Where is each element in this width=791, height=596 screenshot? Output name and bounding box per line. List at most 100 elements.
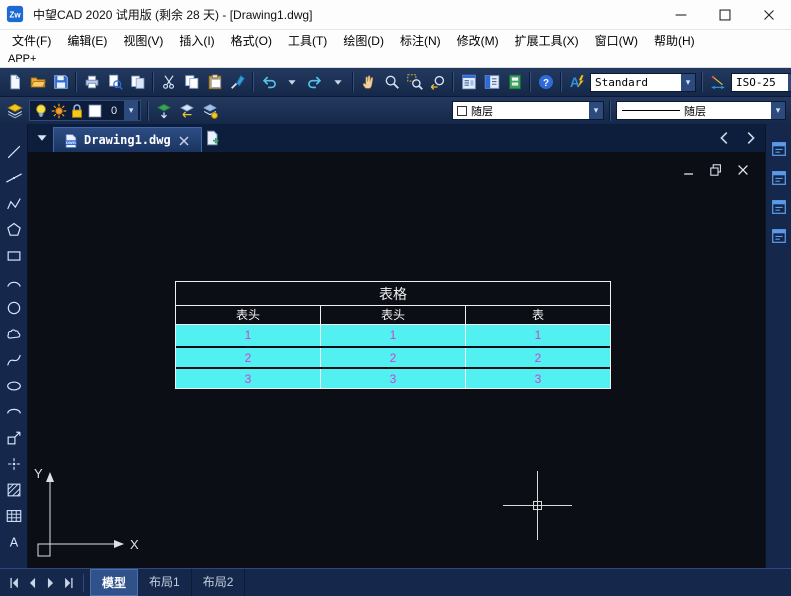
app-plus-menu[interactable]: APP+ bbox=[0, 51, 791, 68]
menu-item-3[interactable]: 视图(V) bbox=[115, 30, 171, 51]
text-style-icon[interactable]: A bbox=[565, 71, 588, 93]
nav-last-icon[interactable] bbox=[60, 574, 77, 592]
dim-style-icon[interactable] bbox=[706, 71, 729, 93]
cut-icon[interactable] bbox=[157, 71, 180, 93]
menu-item-1[interactable]: 文件(F) bbox=[4, 30, 59, 51]
minimize-button[interactable] bbox=[659, 0, 703, 30]
close-button[interactable] bbox=[747, 0, 791, 30]
sun-icon[interactable] bbox=[50, 102, 68, 120]
dim-style-combo[interactable]: ISO-25 ▾ bbox=[731, 73, 791, 92]
document-tab[interactable]: DWG Drawing1.dwg bbox=[53, 127, 202, 152]
table-row: 333 bbox=[176, 367, 610, 388]
copy-icon[interactable] bbox=[180, 71, 203, 93]
paste-icon[interactable] bbox=[203, 71, 226, 93]
save-icon[interactable] bbox=[49, 71, 72, 93]
undo-icon[interactable] bbox=[257, 71, 280, 93]
doc-minimize-button[interactable] bbox=[681, 161, 697, 177]
menu-item-9[interactable]: 修改(M) bbox=[449, 30, 507, 51]
zoom-icon[interactable] bbox=[380, 71, 403, 93]
docked-panel-icon[interactable] bbox=[768, 138, 790, 160]
menu-item-7[interactable]: 绘图(D) bbox=[335, 30, 392, 51]
properties-icon[interactable] bbox=[457, 71, 480, 93]
linetype-combo[interactable]: 随层 ▾ bbox=[616, 101, 786, 120]
window-controls bbox=[659, 0, 791, 30]
nav-first-icon[interactable] bbox=[6, 574, 23, 592]
layout-tab-3[interactable]: 布局2 bbox=[192, 569, 246, 596]
new-file-icon[interactable] bbox=[3, 71, 26, 93]
doc-restore-button[interactable] bbox=[708, 161, 724, 177]
scroll-tabs-right-button[interactable] bbox=[738, 127, 761, 149]
menu-item-11[interactable]: 窗口(W) bbox=[587, 30, 646, 51]
menu-item-6[interactable]: 工具(T) bbox=[280, 30, 335, 51]
docked-panel-icon[interactable] bbox=[768, 225, 790, 247]
make-current-icon[interactable] bbox=[152, 100, 175, 122]
zoom-previous-icon[interactable] bbox=[426, 71, 449, 93]
layer-manager-icon[interactable] bbox=[3, 100, 26, 122]
line-icon[interactable] bbox=[1, 140, 27, 164]
tab-list-button[interactable] bbox=[30, 127, 53, 149]
bulb-icon[interactable] bbox=[32, 102, 50, 120]
insert-block-icon[interactable] bbox=[1, 426, 27, 450]
doc-close-button[interactable] bbox=[735, 161, 751, 177]
text-style-combo[interactable]: Standard ▾ bbox=[590, 73, 696, 92]
color-combo[interactable]: 随层 ▾ bbox=[452, 101, 604, 120]
nav-next-icon[interactable] bbox=[42, 574, 59, 592]
combo-dropdown-icon[interactable]: ▾ bbox=[771, 102, 785, 119]
plot-icon[interactable] bbox=[80, 71, 103, 93]
dropdown-arrow-icon[interactable] bbox=[326, 71, 349, 93]
zoom-window-icon[interactable] bbox=[403, 71, 426, 93]
menu-item-4[interactable]: 插入(I) bbox=[171, 30, 222, 51]
help-icon[interactable]: ? bbox=[534, 71, 557, 93]
mtext-icon[interactable]: A bbox=[1, 530, 27, 554]
layout-tab-nav bbox=[6, 574, 77, 592]
publish-icon[interactable] bbox=[126, 71, 149, 93]
tab-close-button[interactable] bbox=[176, 132, 192, 148]
polyline-icon[interactable] bbox=[1, 192, 27, 216]
rectangle-icon[interactable] bbox=[1, 244, 27, 268]
new-tab-button[interactable] bbox=[202, 127, 225, 149]
designcenter-icon[interactable] bbox=[480, 71, 503, 93]
match-properties-icon[interactable] bbox=[226, 71, 249, 93]
scroll-tabs-left-button[interactable] bbox=[713, 127, 736, 149]
docked-panel-icon[interactable] bbox=[768, 196, 790, 218]
ucs-x-label: X bbox=[130, 537, 139, 552]
toolpalettes-icon[interactable] bbox=[503, 71, 526, 93]
preview-icon[interactable] bbox=[103, 71, 126, 93]
toolbar-separator bbox=[701, 72, 703, 92]
menu-item-8[interactable]: 标注(N) bbox=[392, 30, 449, 51]
layer-combo[interactable]: 0 ▾ bbox=[29, 100, 141, 121]
menu-item-12[interactable]: 帮助(H) bbox=[646, 30, 703, 51]
combo-dropdown-icon[interactable]: ▾ bbox=[124, 101, 138, 120]
layer-states-icon[interactable] bbox=[198, 100, 221, 122]
menu-item-2[interactable]: 编辑(E) bbox=[59, 30, 115, 51]
nav-prev-icon[interactable] bbox=[24, 574, 41, 592]
layout-tab-2[interactable]: 布局1 bbox=[138, 569, 192, 596]
xline-icon[interactable] bbox=[1, 166, 27, 190]
layer-previous-icon[interactable] bbox=[175, 100, 198, 122]
menu-item-10[interactable]: 扩展工具(X) bbox=[507, 30, 587, 51]
menu-item-5[interactable]: 格式(O) bbox=[223, 30, 280, 51]
docked-panel-icon[interactable] bbox=[768, 167, 790, 189]
open-folder-icon[interactable] bbox=[26, 71, 49, 93]
layout-tab-1[interactable]: 模型 bbox=[90, 569, 138, 596]
color-swatch-icon[interactable] bbox=[86, 102, 104, 120]
polygon-icon[interactable] bbox=[1, 218, 27, 242]
ellipse-arc-icon[interactable] bbox=[1, 400, 27, 424]
revcloud-icon[interactable] bbox=[1, 322, 27, 346]
ellipse-icon[interactable] bbox=[1, 374, 27, 398]
point-icon[interactable] bbox=[1, 452, 27, 476]
document-window-controls bbox=[681, 161, 751, 177]
combo-dropdown-icon[interactable]: ▾ bbox=[589, 102, 603, 119]
hatch-icon[interactable] bbox=[1, 478, 27, 502]
lock-icon[interactable] bbox=[68, 102, 86, 120]
circle-icon[interactable] bbox=[1, 296, 27, 320]
table-icon[interactable] bbox=[1, 504, 27, 528]
maximize-button[interactable] bbox=[703, 0, 747, 30]
redo-icon[interactable] bbox=[303, 71, 326, 93]
dropdown-arrow-icon[interactable] bbox=[280, 71, 303, 93]
combo-dropdown-icon[interactable]: ▾ bbox=[681, 74, 695, 91]
pan-icon[interactable] bbox=[357, 71, 380, 93]
drawing-canvas[interactable]: 表格 表头表头表 111222333 Y X bbox=[28, 152, 765, 568]
arc-icon[interactable] bbox=[1, 270, 27, 294]
spline-icon[interactable] bbox=[1, 348, 27, 372]
